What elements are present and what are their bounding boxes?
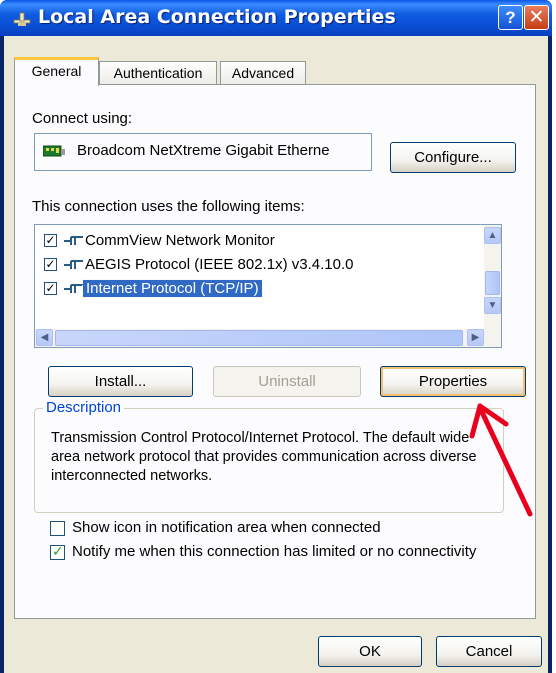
close-button[interactable]: ✕ <box>524 5 549 30</box>
notify-label[interactable]: Notify me when this connection has limit… <box>72 543 476 560</box>
item-checkbox[interactable]: ✓ <box>44 282 57 295</box>
item-checkbox[interactable]: ✓ <box>44 234 57 247</box>
horizontal-scroll-thumb[interactable] <box>55 330 463 346</box>
properties-window: Local Area Connection Properties ? ✕ Gen… <box>0 0 552 673</box>
tab-advanced[interactable]: Advanced <box>220 61 306 85</box>
network-adapter-icon <box>43 145 65 157</box>
items-label: This connection uses the following items… <box>32 198 305 215</box>
components-list[interactable]: ✓ CommView Network Monitor ✓ AEGIS Proto… <box>34 224 502 348</box>
annotation-arrow-icon <box>469 403 533 517</box>
network-connection-icon <box>13 12 31 26</box>
dialog-client-area: General Authentication Advanced Connect … <box>4 36 548 673</box>
title-bar[interactable]: Local Area Connection Properties ? ✕ <box>0 0 552 36</box>
configure-button[interactable]: Configure... <box>390 142 516 173</box>
description-text: Transmission Control Protocol/Internet P… <box>51 430 477 484</box>
configure-button-label: Configure... <box>414 149 492 166</box>
connect-using-label: Connect using: <box>32 110 133 127</box>
list-item-selected[interactable]: ✓ Internet Protocol (TCP/IP) <box>35 277 485 301</box>
cancel-button[interactable]: Cancel <box>436 636 542 667</box>
network-component-icon <box>64 284 83 293</box>
install-button-label: Install... <box>94 373 147 390</box>
tab-general[interactable]: General <box>14 57 99 86</box>
adapter-name: Broadcom NetXtreme Gigabit Etherne <box>77 142 330 159</box>
description-group: Description Transmission Control Protoco… <box>34 399 504 513</box>
adapter-field: Broadcom NetXtreme Gigabit Etherne <box>34 133 372 171</box>
tab-authentication[interactable]: Authentication <box>99 61 217 85</box>
list-item[interactable]: ✓ CommView Network Monitor <box>35 229 485 253</box>
show-icon-label[interactable]: Show icon in notification area when conn… <box>72 519 381 536</box>
item-label: Internet Protocol (TCP/IP) <box>82 279 263 298</box>
scroll-left-icon[interactable]: ◀ <box>36 329 53 346</box>
window-title: Local Area Connection Properties <box>38 6 396 28</box>
help-button[interactable]: ? <box>498 5 523 30</box>
notify-checkbox[interactable] <box>50 543 65 560</box>
install-button[interactable]: Install... <box>48 366 193 397</box>
properties-button[interactable]: Properties <box>380 366 526 397</box>
show-icon-checkbox[interactable] <box>50 521 65 536</box>
vertical-scroll-thumb[interactable] <box>485 271 500 295</box>
ok-button[interactable]: OK <box>318 636 422 667</box>
list-item[interactable]: ✓ AEGIS Protocol (IEEE 802.1x) v3.4.10.0 <box>35 253 485 277</box>
vertical-scrollbar[interactable]: ▲ ▼ <box>484 225 501 329</box>
horizontal-scrollbar[interactable]: ◀ ▶ <box>35 329 501 347</box>
uninstall-button-label: Uninstall <box>258 373 316 390</box>
ok-button-label: OK <box>359 643 381 660</box>
scroll-right-icon[interactable]: ▶ <box>467 329 484 346</box>
item-label: CommView Network Monitor <box>85 232 275 249</box>
item-checkbox[interactable]: ✓ <box>44 258 57 271</box>
network-component-icon <box>64 236 83 245</box>
scroll-up-icon[interactable]: ▲ <box>484 227 501 244</box>
network-component-icon <box>64 260 83 269</box>
uninstall-button[interactable]: Uninstall <box>213 366 361 397</box>
item-label: AEGIS Protocol (IEEE 802.1x) v3.4.10.0 <box>85 256 354 273</box>
scroll-down-icon[interactable]: ▼ <box>484 297 501 314</box>
properties-button-label: Properties <box>418 373 488 390</box>
cancel-button-label: Cancel <box>465 643 513 660</box>
description-title: Description <box>43 399 125 416</box>
